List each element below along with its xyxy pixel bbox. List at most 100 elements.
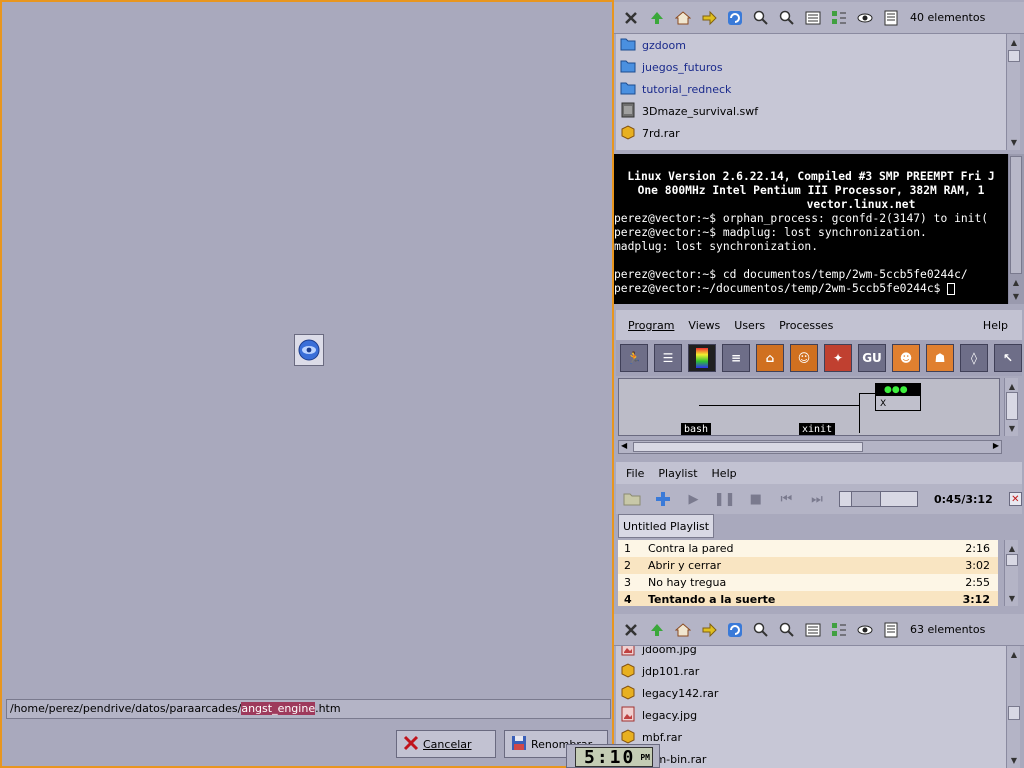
playlist-scrollbar[interactable]: ▲ ▼	[1004, 540, 1018, 606]
details-icon[interactable]	[880, 619, 902, 641]
scroll-thumb[interactable]	[1008, 50, 1020, 62]
file-item[interactable]: 7rd.rar	[616, 122, 1006, 144]
file-item[interactable]: gzdoom	[616, 34, 1006, 56]
process-vscroll[interactable]: ▲ ▼	[1004, 378, 1018, 436]
filename-input[interactable]: /home/perez/pendrive/datos/paraarcades/a…	[6, 699, 611, 719]
scroll-down-icon[interactable]: ▼	[1010, 290, 1022, 302]
scroll-down-icon[interactable]: ▼	[1006, 422, 1018, 434]
eye-icon[interactable]	[854, 619, 876, 641]
view-list-icon[interactable]	[802, 7, 824, 29]
scroll-thumb[interactable]	[1006, 554, 1018, 566]
refresh-icon[interactable]	[724, 7, 746, 29]
up-arrow-icon[interactable]	[646, 7, 668, 29]
terminal-window[interactable]: Linux Version 2.6.22.14, Compiled #3 SMP…	[614, 154, 1008, 304]
run-icon[interactable]: 🏃	[620, 344, 648, 372]
process-node-bash[interactable]: bash	[681, 423, 712, 435]
pause-icon[interactable]: ❚❚	[714, 488, 736, 510]
menu-help[interactable]: Help	[983, 319, 1008, 332]
users-icon[interactable]: ☺	[790, 344, 818, 372]
file-name: jdp101.rar	[642, 664, 700, 678]
robot-icon[interactable]: ☗	[926, 344, 954, 372]
playlist-row[interactable]: 2 Abrir y cerrar 3:02	[618, 557, 998, 574]
forward-arrow-icon[interactable]	[698, 619, 720, 641]
menu-playlist[interactable]: Playlist	[658, 467, 697, 480]
process-node-xinit[interactable]: xinit	[799, 423, 836, 435]
close-icon[interactable]: ✕	[1008, 492, 1022, 506]
process-tree-canvas[interactable]: bash xinit ●●● X	[618, 378, 1000, 436]
scroll-thumb[interactable]	[1010, 156, 1022, 274]
file-item[interactable]: legacy142.rar	[616, 682, 1006, 704]
scroll-thumb[interactable]	[1006, 392, 1018, 420]
scroll-down-icon[interactable]: ▼	[1006, 592, 1018, 604]
scroll-up-icon[interactable]: ▲	[1010, 276, 1022, 288]
previous-icon[interactable]: ⏮	[776, 488, 797, 510]
file-item[interactable]: jdp101.rar	[616, 660, 1006, 682]
pointer-icon[interactable]: ↖	[994, 344, 1022, 372]
file-item[interactable]: oom-bin.rar	[616, 748, 1006, 768]
zoom-in-icon[interactable]	[750, 7, 772, 29]
seek-slider[interactable]	[839, 491, 918, 507]
file-item[interactable]: 3Dmaze_survival.swf	[616, 100, 1006, 122]
kill-icon[interactable]: ✦	[824, 344, 852, 372]
menu-processes[interactable]: Processes	[779, 319, 833, 332]
list-icon[interactable]: ≡	[722, 344, 750, 372]
zoom-in-icon[interactable]	[750, 619, 772, 641]
home-icon[interactable]	[672, 7, 694, 29]
menu-views[interactable]: Views	[688, 319, 720, 332]
file-list-top-scrollbar[interactable]: ▲ ▼	[1006, 34, 1020, 150]
file-item[interactable]: mbf.rar	[616, 726, 1006, 748]
play-icon[interactable]: ▶	[683, 488, 704, 510]
refresh-icon[interactable]	[724, 619, 746, 641]
scroll-up-icon[interactable]: ▲	[1008, 36, 1020, 48]
zoom-out-icon[interactable]	[776, 619, 798, 641]
scroll-up-icon[interactable]: ▲	[1008, 648, 1020, 660]
file-item[interactable]: tutorial_redneck	[616, 78, 1006, 100]
scroll-left-icon[interactable]: ◀	[621, 441, 627, 450]
home-icon[interactable]	[672, 619, 694, 641]
menu-file[interactable]: File	[626, 467, 644, 480]
file-item[interactable]: juegos_futuros	[616, 56, 1006, 78]
sort-icon[interactable]	[828, 7, 850, 29]
forward-arrow-icon[interactable]	[698, 7, 720, 29]
ghost-icon[interactable]: ◊	[960, 344, 988, 372]
process-node-x[interactable]: ●●● X	[875, 383, 921, 411]
file-item[interactable]: jdoom.jpg	[616, 646, 1006, 660]
scroll-thumb[interactable]	[633, 442, 863, 452]
zoom-out-icon[interactable]	[776, 7, 798, 29]
file-item[interactable]: legacy.jpg	[616, 704, 1006, 726]
open-folder-icon[interactable]	[622, 488, 643, 510]
menu-help[interactable]: Help	[712, 467, 737, 480]
scroll-up-icon[interactable]: ▲	[1006, 542, 1018, 554]
tree-icon[interactable]: ☰	[654, 344, 682, 372]
menu-users[interactable]: Users	[734, 319, 765, 332]
playlist-row[interactable]: 1 Contra la pared 2:16	[618, 540, 998, 557]
scroll-up-icon[interactable]: ▲	[1006, 380, 1018, 392]
hierarchy-icon[interactable]: ⌂	[756, 344, 784, 372]
playlist-row[interactable]: 3 No hay tregua 2:55	[618, 574, 998, 591]
close-icon[interactable]	[620, 7, 642, 29]
sort-icon[interactable]	[828, 619, 850, 641]
close-icon[interactable]	[620, 619, 642, 641]
meter-icon[interactable]	[688, 344, 716, 372]
playlist-tab[interactable]: Untitled Playlist	[618, 514, 715, 538]
cancel-button[interactable]: Cancelar	[396, 730, 496, 758]
eye-icon[interactable]	[854, 7, 876, 29]
next-icon[interactable]: ⏭	[807, 488, 828, 510]
scroll-down-icon[interactable]: ▼	[1008, 136, 1020, 148]
scroll-thumb[interactable]	[1008, 706, 1020, 720]
user-icon[interactable]: ☻	[892, 344, 920, 372]
view-list-icon[interactable]	[802, 619, 824, 641]
terminal-scrollbar[interactable]: ▲ ▼	[1008, 154, 1024, 304]
add-icon[interactable]	[653, 488, 674, 510]
playlist-row-current[interactable]: 4 Tentando a la suerte 3:12	[618, 591, 998, 606]
file-list-bottom-scrollbar[interactable]: ▲ ▼	[1006, 646, 1020, 768]
scroll-down-icon[interactable]: ▼	[1008, 754, 1020, 766]
scroll-right-icon[interactable]: ▶	[993, 441, 999, 450]
seek-knob[interactable]	[851, 492, 882, 506]
stop-icon[interactable]: ■	[746, 488, 767, 510]
up-arrow-icon[interactable]	[646, 619, 668, 641]
gui-icon[interactable]: GU	[858, 344, 886, 372]
details-icon[interactable]	[880, 7, 902, 29]
menu-program[interactable]: Program	[628, 319, 674, 332]
process-hscroll[interactable]: ◀ ▶	[618, 440, 1002, 454]
